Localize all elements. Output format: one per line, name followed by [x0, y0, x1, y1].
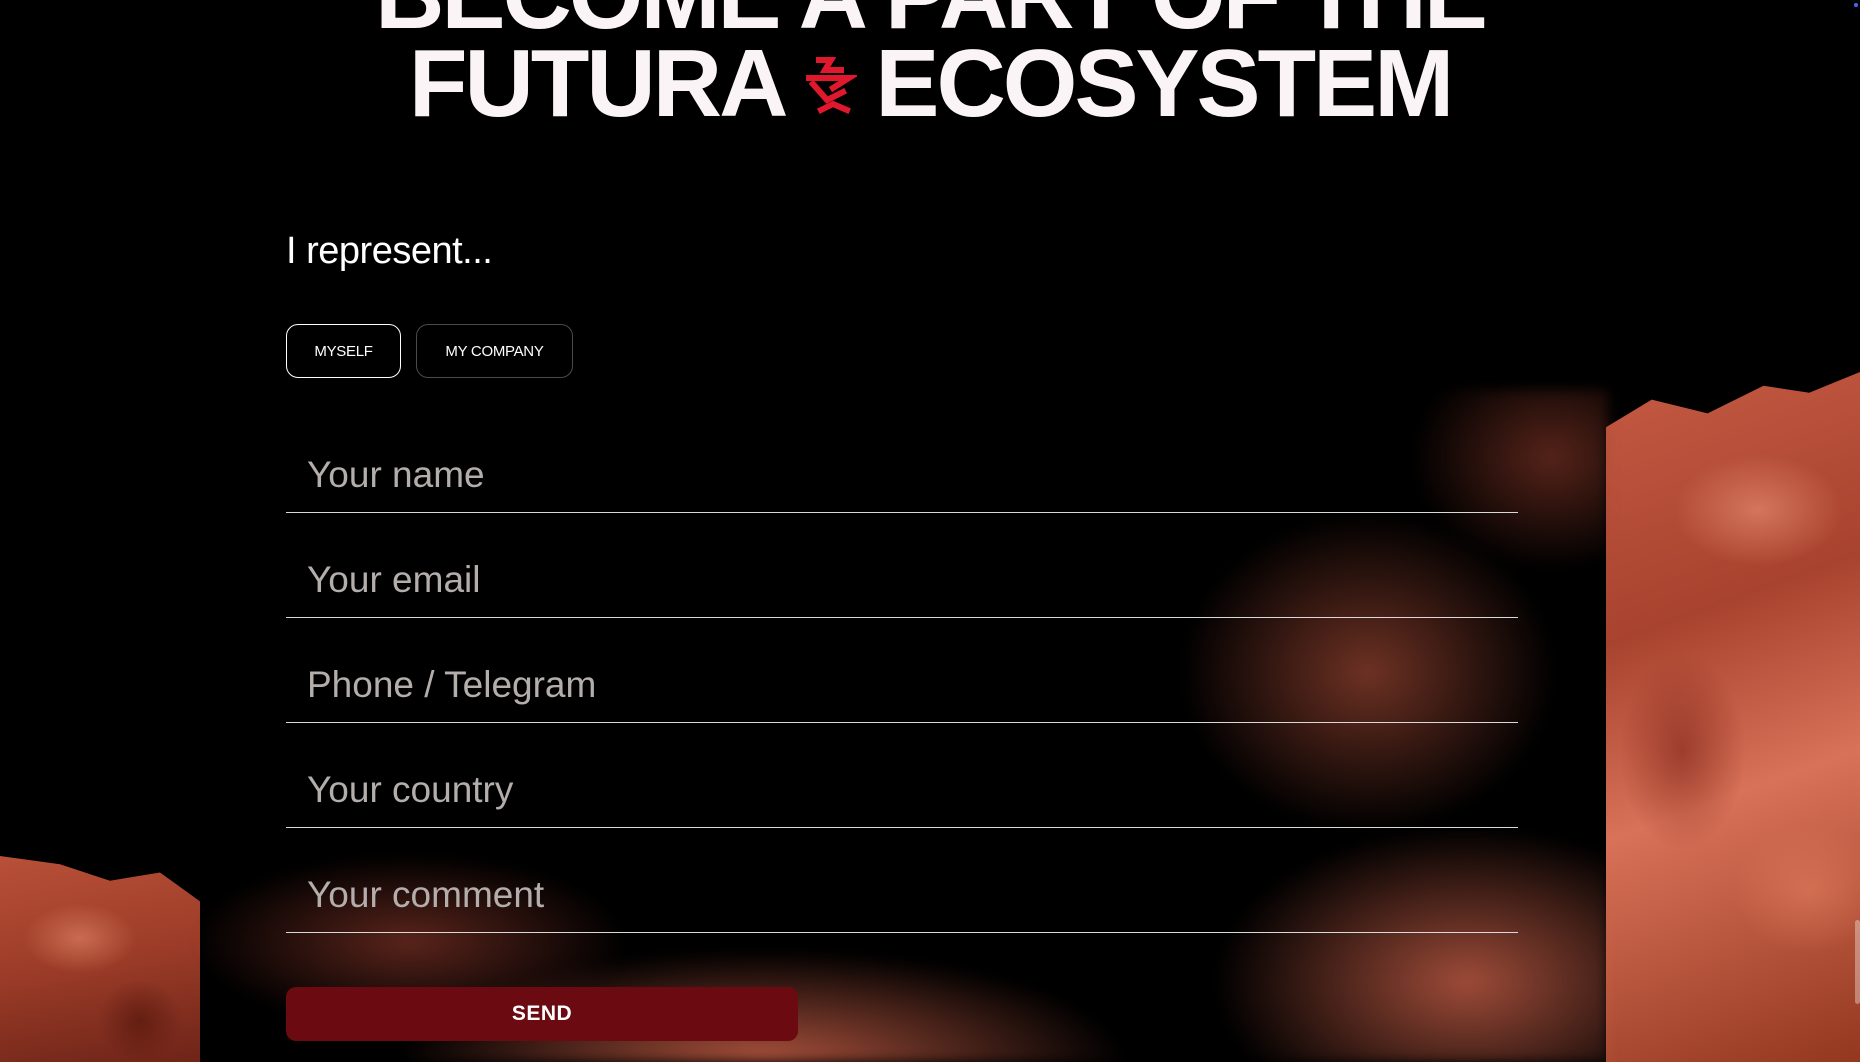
country-field-wrapper: [286, 723, 1518, 828]
rock-terrain-left: [0, 856, 200, 1062]
phone-field-wrapper: [286, 618, 1518, 723]
futura-logo-icon: [803, 40, 860, 115]
comment-field-wrapper: [286, 828, 1518, 933]
represent-options: MYSELF MY COMPANY: [286, 324, 1518, 378]
form-fields: [286, 408, 1518, 933]
contact-form: I represent... MYSELF MY COMPANY SEND: [286, 220, 1518, 1041]
option-myself-button[interactable]: MYSELF: [286, 324, 401, 378]
send-button[interactable]: SEND: [286, 987, 798, 1041]
name-input[interactable]: [286, 408, 1518, 512]
scrollbar-thumb[interactable]: [1855, 920, 1860, 1004]
indicator-dot: [1854, 3, 1858, 7]
title-word-futura: FUTURA: [408, 30, 789, 137]
option-my-company-button[interactable]: MY COMPANY: [416, 324, 573, 378]
name-field-wrapper: [286, 408, 1518, 513]
represent-label: I represent...: [286, 230, 493, 272]
email-input[interactable]: [286, 513, 1518, 617]
page: BECOME A PART OF THE FUTURA ECOSYSTEM I …: [0, 0, 1860, 1062]
title-line-2: FUTURA ECOSYSTEM: [0, 36, 1860, 132]
phone-telegram-input[interactable]: [286, 618, 1518, 722]
comment-input[interactable]: [286, 828, 1518, 932]
page-title: BECOME A PART OF THE FUTURA ECOSYSTEM: [0, 0, 1860, 132]
country-input[interactable]: [286, 723, 1518, 827]
email-field-wrapper: [286, 513, 1518, 618]
title-word-ecosystem: ECOSYSTEM: [875, 30, 1454, 137]
rock-terrain-right: [1606, 372, 1860, 1062]
